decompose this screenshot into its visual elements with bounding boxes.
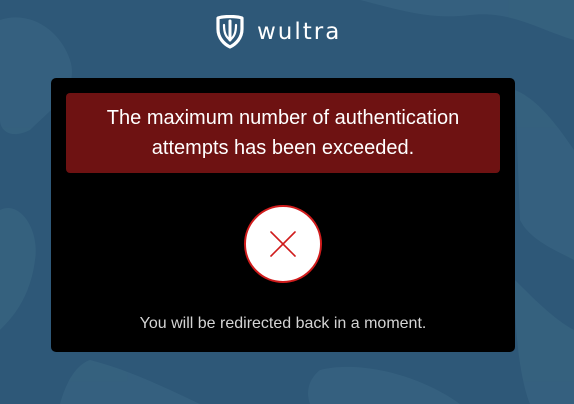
brand-name: wultra: [257, 19, 342, 45]
close-x-icon: [270, 231, 296, 257]
error-status-badge: [244, 205, 322, 283]
error-message: The maximum number of authentication att…: [106, 107, 460, 159]
wultra-shield-logo-icon: [216, 15, 244, 49]
error-alert: The maximum number of authentication att…: [66, 93, 500, 173]
redirect-message: You will be redirected back in a moment.: [139, 315, 427, 332]
wultra-logo: wultra: [215, 14, 341, 50]
error-dialog: The maximum number of authentication att…: [51, 78, 515, 352]
